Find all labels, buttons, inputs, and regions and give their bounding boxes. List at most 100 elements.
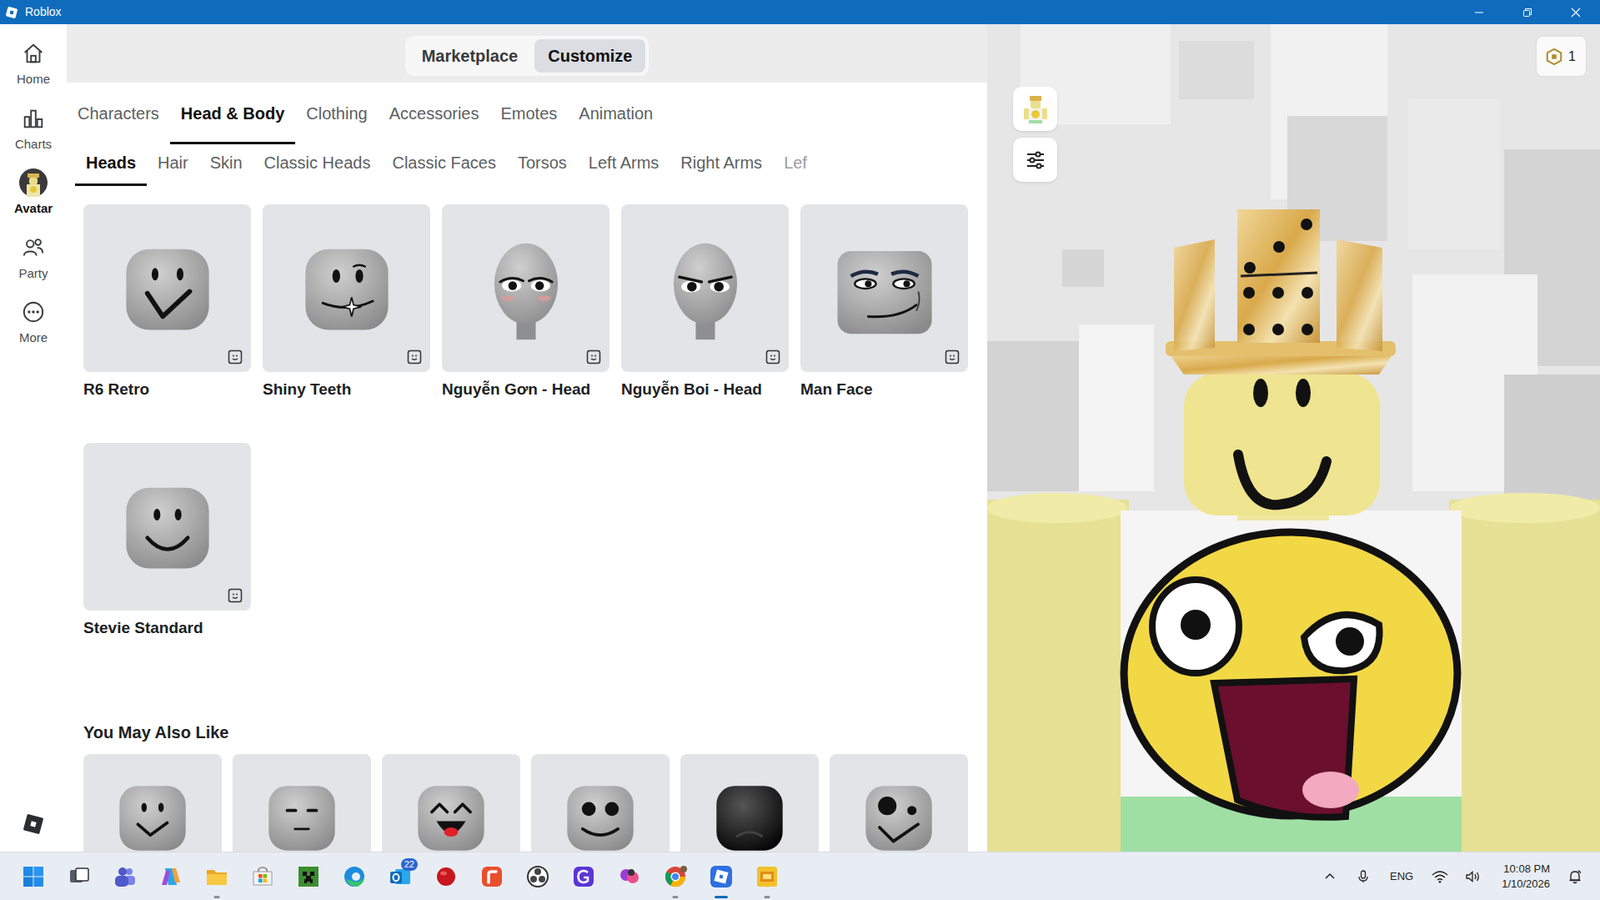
minimize-button[interactable] (1454, 0, 1504, 25)
volume-button[interactable] (1456, 859, 1490, 893)
subcategory-tab[interactable]: Torsos (506, 150, 578, 186)
recommended-card[interactable] (83, 753, 222, 852)
microphone-button[interactable] (1346, 859, 1380, 893)
subcategory-tab[interactable]: Heads (75, 150, 147, 186)
item-thumbnail[interactable] (83, 442, 251, 611)
subcategory-tab[interactable]: Hair (146, 150, 200, 186)
taskbar-app[interactable]: 22 (376, 852, 423, 900)
subcategory-tab[interactable]: Lef (772, 150, 818, 186)
taskbar-app[interactable] (743, 852, 790, 900)
taskbar-app[interactable] (606, 852, 653, 900)
recommended-card[interactable] (531, 753, 670, 852)
item-grid: R6 Retro Shiny Teeth Nguyễn Gơn - HeadNguy… (66, 185, 988, 639)
redsquare-icon (479, 863, 505, 889)
mode-button[interactable]: Customize (534, 39, 646, 73)
running-indicator (763, 895, 770, 898)
robux-balance[interactable]: 1 (1535, 35, 1587, 77)
taskbar-app[interactable] (468, 852, 515, 900)
head-thumbnail-icon (550, 767, 651, 852)
sidebar-item[interactable]: More (0, 287, 67, 353)
recommended-card[interactable] (829, 753, 969, 852)
subcategory-tab[interactable]: Left Arms (577, 150, 670, 186)
item-thumbnail[interactable] (262, 204, 431, 372)
show-hidden-icons-button[interactable] (1313, 859, 1347, 893)
sidebar-item[interactable]: Charts (0, 94, 67, 160)
taskbar-app[interactable] (422, 852, 469, 900)
recommended-card[interactable] (680, 753, 819, 852)
recommended-card[interactable] (381, 753, 521, 852)
clock[interactable]: 10:08 PM1/10/2026 (1489, 861, 1559, 892)
sidebar-label: More (19, 328, 48, 348)
item-card[interactable]: Shiny Teeth (262, 204, 431, 401)
subcategory-tab[interactable]: Skin (199, 150, 254, 186)
taskbar-app[interactable] (331, 852, 377, 900)
item-thumbnail[interactable] (83, 204, 251, 372)
customize-panel: CharactersHead & BodyClothingAccessories… (66, 82, 988, 852)
taskbar-app[interactable] (652, 852, 698, 900)
taskbar-app[interactable] (101, 852, 148, 900)
avatar-icon (19, 168, 48, 197)
notifications-button[interactable] (1558, 859, 1592, 893)
item-card[interactable]: Nguyễn Gơn - Head (441, 204, 610, 401)
sidebar-item[interactable]: Home (0, 29, 67, 95)
taskbar-app[interactable] (239, 852, 286, 900)
category-tab[interactable]: Head & Body (170, 100, 296, 145)
taskbar-app[interactable] (697, 852, 744, 900)
try-on-icon (227, 587, 243, 603)
category-tab[interactable]: Clothing (295, 100, 378, 145)
item-thumbnail[interactable] (800, 204, 969, 372)
bell-icon (1567, 868, 1583, 884)
restore-button[interactable] (1503, 0, 1552, 25)
sidebar-item[interactable]: Avatar (0, 158, 67, 224)
taskbar-app[interactable] (560, 852, 607, 900)
head-thumbnail-icon (401, 767, 502, 852)
sidebar-label: Charts (15, 135, 52, 155)
teams-icon (112, 863, 138, 889)
window-controls (1454, 0, 1600, 25)
taskbar-app[interactable] (193, 852, 240, 900)
category-tab[interactable]: Accessories (378, 100, 491, 145)
taskbar-app[interactable] (55, 852, 102, 900)
category-tab[interactable]: Emotes (489, 100, 568, 145)
category-tab[interactable]: Characters (66, 100, 171, 145)
item-card[interactable]: Man Face (800, 204, 969, 401)
category-tab[interactable]: Animation (567, 100, 664, 145)
edge-icon (341, 863, 367, 889)
taskbar-app[interactable] (147, 852, 194, 900)
taskbar-app[interactable] (10, 852, 56, 900)
avatar-viewport[interactable]: 1 (987, 24, 1600, 852)
sidebar-label: Home (16, 70, 51, 90)
running-indicator (714, 895, 728, 898)
subcategory-tab[interactable]: Classic Heads (253, 150, 382, 186)
chrome-icon (662, 863, 688, 889)
home-icon (19, 39, 48, 68)
language-indicator[interactable]: ENG (1379, 867, 1424, 885)
mode-button[interactable]: Marketplace (408, 39, 532, 73)
robux-count: 1 (1568, 46, 1576, 67)
taskview-icon (66, 863, 92, 889)
subcategory-tab[interactable]: Right Arms (669, 150, 773, 186)
settings-button[interactable] (1013, 137, 1058, 182)
item-card[interactable]: Stevie Standard (83, 442, 251, 639)
taskbar-app[interactable] (514, 852, 561, 900)
wifi-icon (1431, 869, 1449, 883)
avatar-thumbnail-button[interactable] (1013, 86, 1058, 131)
item-name: R6 Retro (83, 378, 251, 401)
subcategory-tab[interactable]: Classic Faces (381, 150, 507, 186)
taskbar-app[interactable] (285, 852, 332, 900)
explorer-icon (204, 863, 230, 889)
close-icon (1570, 7, 1581, 18)
item-name: Shiny Teeth (262, 378, 431, 401)
close-button[interactable] (1551, 0, 1600, 25)
item-card[interactable]: R6 Retro (83, 204, 251, 401)
minimize-icon (1474, 7, 1485, 18)
pink-icon (616, 863, 643, 889)
sidebar-item[interactable]: Party (0, 223, 67, 289)
item-thumbnail[interactable] (441, 204, 610, 372)
item-name: Stevie Standard (83, 616, 251, 639)
item-card[interactable]: Nguyễn Boi - Head (621, 204, 789, 401)
network-button[interactable] (1423, 859, 1457, 893)
recommended-card[interactable] (232, 753, 372, 852)
head-thumbnail-icon (822, 225, 948, 352)
item-thumbnail[interactable] (621, 204, 789, 372)
